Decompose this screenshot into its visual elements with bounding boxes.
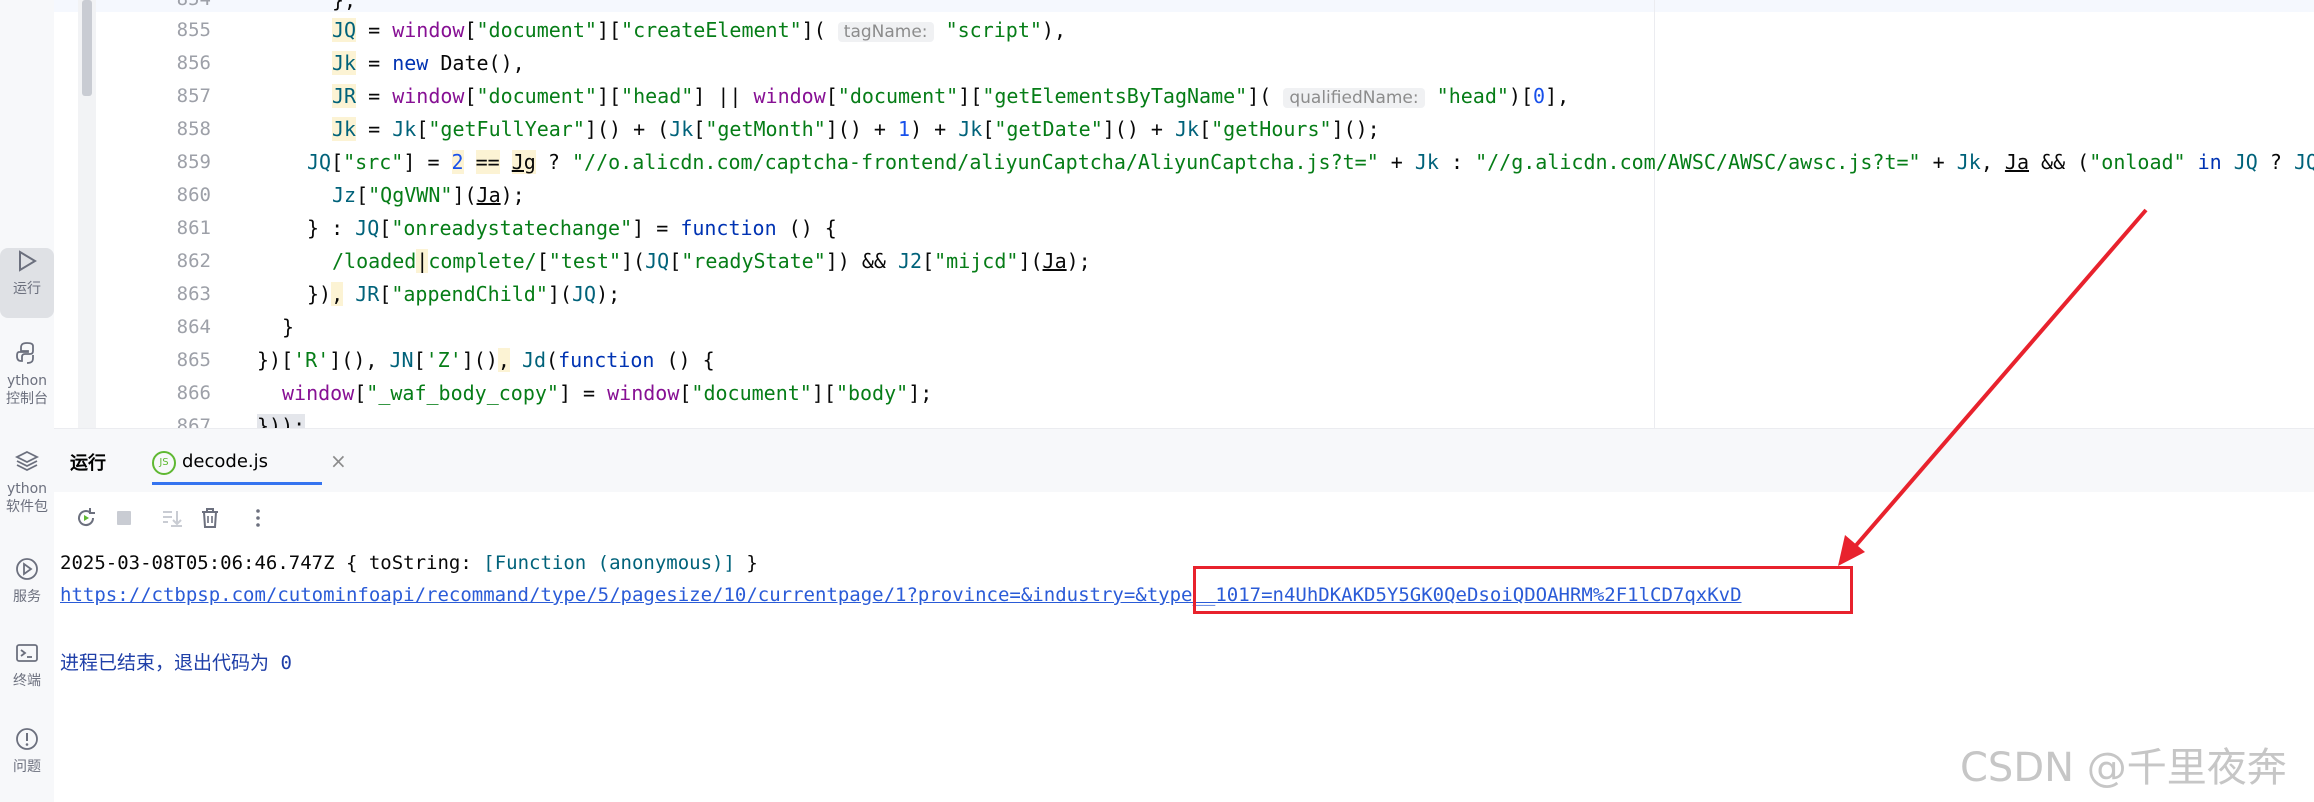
watermark: CSDN @千里夜奔 [1960,745,2287,791]
annotation-arrow [1838,208,2148,566]
